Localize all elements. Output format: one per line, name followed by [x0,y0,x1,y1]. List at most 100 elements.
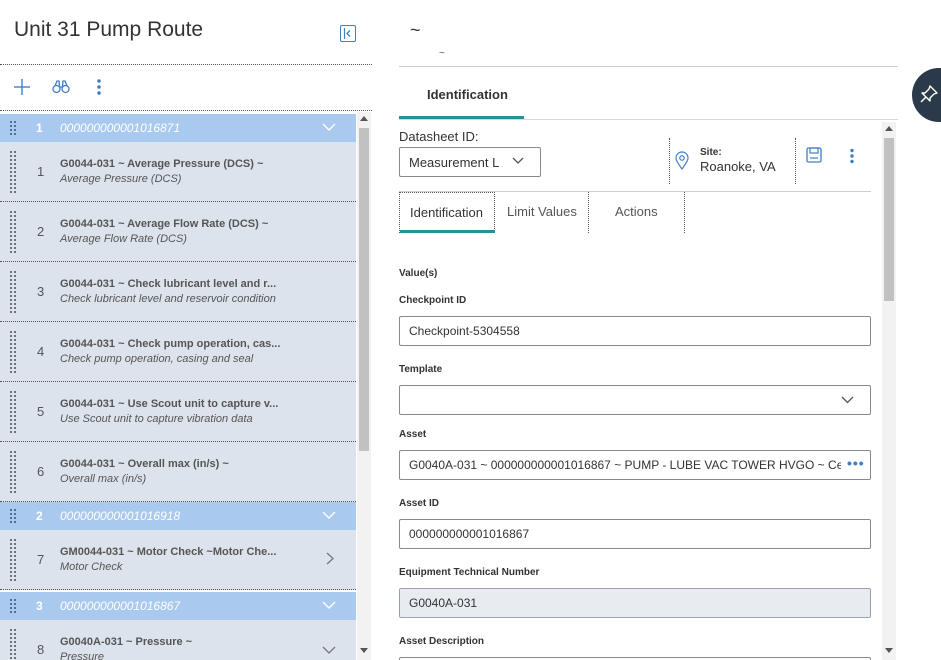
drag-handle[interactable] [9,270,17,314]
checkpoint-id-field[interactable]: Checkpoint-5304558 [399,316,871,346]
plus-icon [14,79,30,95]
search-button[interactable] [50,76,72,98]
list-item[interactable]: 2 G0044-031 ~ Average Flow Rate (DCS) ~ … [0,202,356,262]
datasheet-select[interactable]: Measurement Location [399,147,541,177]
scroll-up-icon[interactable] [360,116,368,121]
item-subtitle: Motor Check [60,561,123,573]
more-options-button[interactable] [88,76,110,98]
scroll-down-icon[interactable] [885,648,893,653]
subtab-identification[interactable]: Identification [399,192,495,233]
list-item[interactable]: 6 G0044-031 ~ Overall max (in/s) ~ Overa… [0,442,356,502]
divider [0,64,372,65]
equipment-tech-number-label: Equipment Technical Number [399,567,540,578]
subtab-label: Identification [410,205,483,220]
ellipsis-icon[interactable]: ••• [847,455,865,471]
asset-field[interactable]: G0040A-031 ~ 000000000001016867 ~ PUMP -… [399,450,871,480]
group-id: 000000000001016918 [60,509,181,523]
item-subtitle: Average Pressure (DCS) [60,173,182,185]
item-subtitle: Check pump operation, casing and seal [60,353,254,365]
site-value: Roanoke, VA [700,159,776,174]
group-id: 000000000001016867 [60,599,181,613]
drag-handle[interactable] [9,628,17,660]
route-panel: Unit 31 Pump Route 1 000000000001016871 … [0,0,372,660]
item-title: G0044-031 ~ Average Pressure (DCS) ~ [60,158,264,170]
drag-handle[interactable] [9,598,17,614]
list-item[interactable]: 1 G0044-031 ~ Average Pressure (DCS) ~ A… [0,142,356,202]
drag-handle[interactable] [9,150,17,194]
divider [399,66,898,67]
location-pin-icon [675,151,689,170]
item-subtitle: Overall max (in/s) [60,473,147,485]
group-row[interactable]: 2 000000000001016918 [0,502,356,530]
kebab-icon [97,79,101,95]
item-number: 3 [37,284,45,299]
drag-handle[interactable] [9,538,17,582]
field-value: G0040A-031 [409,596,478,610]
chevron-down-icon[interactable] [322,123,336,132]
item-title: GM0044-031 ~ Motor Check ~Motor Che... [60,546,277,558]
group-number: 1 [36,121,43,135]
drag-handle[interactable] [9,508,17,524]
drag-handle[interactable] [9,450,17,494]
item-number: 5 [37,404,45,419]
drag-handle[interactable] [9,210,17,254]
item-subtitle: Check lubricant level and reservoir cond… [60,293,276,305]
item-title: G0044-031 ~ Average Flow Rate (DCS) ~ [60,218,269,230]
chevron-down-icon[interactable] [322,511,336,520]
list-item[interactable]: 7 GM0044-031 ~ Motor Check ~Motor Che...… [0,530,356,590]
item-number: 2 [37,224,45,239]
add-button[interactable] [11,76,33,98]
scrollbar-thumb[interactable] [359,128,369,451]
chevron-down-icon[interactable] [322,601,336,610]
list-item[interactable]: 4 G0044-031 ~ Check pump operation, cas.… [0,322,356,382]
item-number: 4 [37,344,45,359]
group-row[interactable]: 1 000000000001016871 [0,114,356,142]
route-list: 1 000000000001016871 1 G0044-031 ~ Avera… [0,112,356,660]
sidebar-collapse-icon[interactable] [340,25,356,42]
subtab-actions[interactable]: Actions [589,192,685,233]
item-number: 7 [37,552,45,567]
template-select[interactable] [399,385,871,415]
divider [0,110,372,111]
divider [399,119,898,120]
tab-identification[interactable]: Identification [399,76,524,119]
chevron-down-icon[interactable] [322,646,336,655]
item-subtitle: Pressure [60,651,105,660]
route-title: Unit 31 Pump Route [14,18,204,41]
item-title: G0040A-031 ~ Pressure ~ [60,636,193,648]
pin-button[interactable] [912,68,941,122]
scroll-down-icon[interactable] [360,648,368,653]
template-label: Template [399,364,443,375]
group-number: 3 [36,599,43,613]
equipment-tech-number-field: G0040A-031 [399,588,871,618]
item-subtitle: Average Flow Rate (DCS) [60,233,187,245]
tab-label: Identification [427,87,508,102]
drag-handle[interactable] [9,330,17,374]
list-item[interactable]: 8 G0040A-031 ~ Pressure ~ Pressure [0,620,356,660]
field-value: G0040A-031 ~ 000000000001016867 ~ PUMP -… [409,458,841,472]
subtab-limit-values[interactable]: Limit Values [495,192,589,233]
scrollbar[interactable] [882,122,896,660]
drag-handle[interactable] [9,390,17,434]
item-subtitle: Use Scout unit to capture vibration data [60,413,253,425]
asset-id-field[interactable]: 000000000001016867 [399,519,871,549]
section-label: Value(s) [399,268,438,279]
scroll-up-icon[interactable] [885,126,893,131]
list-item[interactable]: 3 G0044-031 ~ Check lubricant level and … [0,262,356,322]
scrollbar-thumb[interactable] [884,138,894,301]
chevron-right-icon[interactable] [326,552,334,565]
asset-description-label: Asset Description [399,636,485,647]
group-row[interactable]: 3 000000000001016867 [0,592,356,620]
item-number: 8 [37,642,45,657]
item-title: G0044-031 ~ Use Scout unit to capture v.… [60,398,279,410]
chevron-down-icon [841,396,854,404]
kebab-icon[interactable] [849,148,855,164]
scrollbar[interactable] [357,112,371,660]
pushpin-icon [920,85,938,103]
drag-handle[interactable] [9,120,17,136]
group-id: 000000000001016871 [60,121,181,135]
divider [669,138,670,184]
active-tab-indicator [400,230,495,233]
list-item[interactable]: 5 G0044-031 ~ Use Scout unit to capture … [0,382,356,442]
save-icon[interactable] [806,147,822,163]
